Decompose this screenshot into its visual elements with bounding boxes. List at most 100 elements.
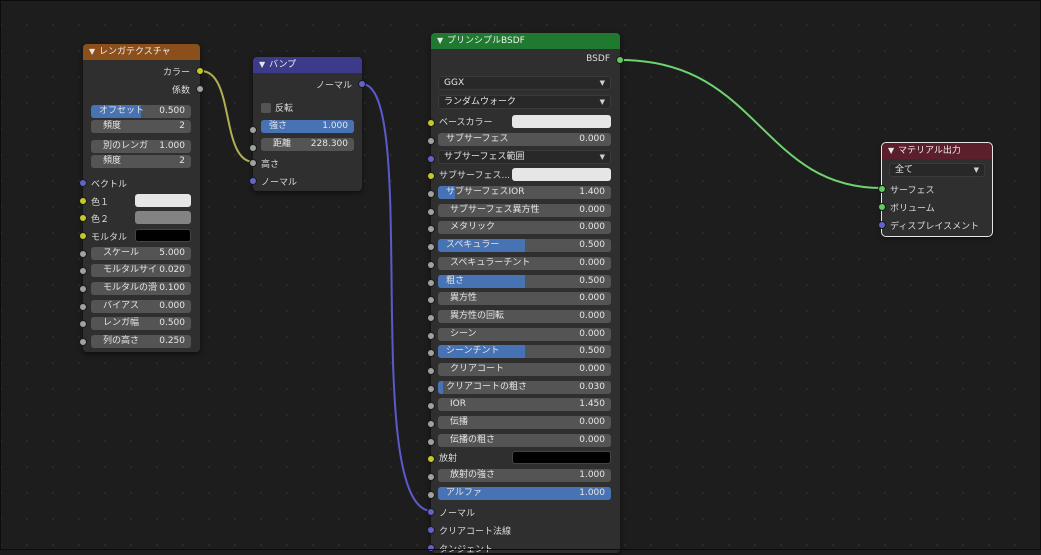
subsurface-radius-socket[interactable] (427, 155, 435, 163)
emission-strength-field[interactable]: 放射の強さ 1.000 (438, 469, 611, 482)
bump-header[interactable]: ▼ バンプ (253, 57, 362, 73)
bsdf-field-socket[interactable] (427, 332, 435, 340)
bsdf-field[interactable]: クリアコート 0.000 (438, 363, 611, 376)
color1-swatch[interactable] (135, 194, 191, 207)
material-output-node[interactable]: ▼ マテリアル出力 全て ▼ サーフェス ボリューム ディスプレイスメント (878, 142, 993, 237)
bsdf-field-socket[interactable] (427, 190, 435, 198)
emission-socket[interactable] (427, 455, 435, 463)
mortar-smooth-field[interactable]: モルタルの滑 0.100 (91, 282, 191, 295)
bsdf-field[interactable]: 異方性 0.000 (438, 292, 611, 305)
subsurface-color-swatch[interactable] (512, 168, 611, 181)
surface-socket[interactable] (878, 185, 886, 193)
vector-socket[interactable] (79, 179, 87, 187)
strength-socket[interactable] (249, 126, 257, 134)
bsdf-field[interactable]: サブサーフェス異方性 0.000 (438, 204, 611, 217)
bump-output-normal-socket[interactable] (358, 80, 366, 88)
output-header[interactable]: ▼ マテリアル出力 (882, 143, 992, 159)
output-color-socket[interactable] (196, 67, 204, 75)
bsdf-field-socket[interactable] (427, 279, 435, 287)
alpha-socket[interactable] (427, 491, 435, 499)
bsdf-field[interactable]: クリアコートの粗さ 0.030 (438, 381, 611, 394)
distribution-dropdown[interactable]: GGX ▼ (438, 76, 611, 90)
output-fac-socket[interactable] (196, 85, 204, 93)
bsdf-field[interactable]: 伝播の粗さ 0.000 (438, 434, 611, 447)
bias-field[interactable]: バイアス 0.000 (91, 300, 191, 313)
bsdf-field-socket[interactable] (427, 225, 435, 233)
chevron-down-icon[interactable]: ▼ (89, 44, 99, 60)
color2-swatch[interactable] (135, 211, 191, 224)
bsdf-field[interactable]: 粗さ 0.500 (438, 275, 611, 288)
bsdf-field-socket[interactable] (427, 367, 435, 375)
bsdf-field-socket[interactable] (427, 296, 435, 304)
distance-field[interactable]: 距離 228.300 (261, 138, 354, 151)
mortar-size-field[interactable]: モルタルサイ 0.020 (91, 264, 191, 277)
bsdf-field-socket[interactable] (427, 420, 435, 428)
clearcoat-normal-socket[interactable] (427, 526, 435, 534)
mortar-swatch[interactable] (135, 229, 191, 242)
alpha-field[interactable]: アルファ 1.000 (438, 487, 611, 500)
invert-checkbox[interactable] (261, 103, 271, 113)
bsdf-field[interactable]: 異方性の回転 0.000 (438, 310, 611, 323)
mortar-socket[interactable] (79, 232, 87, 240)
mortar-size-socket[interactable] (79, 267, 87, 275)
emission-strength-socket[interactable] (427, 473, 435, 481)
principled-bsdf-node[interactable]: ▼ プリンシプルBSDF BSDF GGX ▼ ランダムウォーク ▼ ベースカラー… (427, 33, 624, 555)
bsdf-field-socket[interactable] (427, 243, 435, 251)
distance-socket[interactable] (249, 144, 257, 152)
subsurface-color-socket[interactable] (427, 172, 435, 180)
bsdf-header[interactable]: ▼ プリンシプルBSDF (431, 33, 620, 49)
chevron-down-icon[interactable]: ▼ (888, 143, 898, 159)
subsurface-radius-dropdown[interactable]: サブサーフェス範囲 ▼ (438, 150, 611, 164)
brick-texture-header[interactable]: ▼ レンガテクスチャ (83, 44, 200, 60)
bsdf-field[interactable]: シーン 0.000 (438, 328, 611, 341)
bsdf-field-socket[interactable] (427, 349, 435, 357)
output-target-dropdown[interactable]: 全て ▼ (889, 163, 985, 177)
strength-field[interactable]: 強さ 1.000 (261, 120, 354, 133)
bump-normal-socket[interactable] (249, 177, 257, 185)
base-color-swatch[interactable] (512, 115, 611, 128)
squash-field[interactable]: 別のレンガ 1.000 (91, 140, 191, 153)
bsdf-field[interactable]: メタリック 0.000 (438, 221, 611, 234)
bsdf-field[interactable]: スペキュラーチント 0.000 (438, 257, 611, 270)
volume-socket[interactable] (878, 203, 886, 211)
height-socket[interactable] (249, 159, 257, 167)
scale-socket[interactable] (79, 250, 87, 258)
tangent-socket[interactable] (427, 544, 435, 552)
bsdf-field[interactable]: 伝播 0.000 (438, 416, 611, 429)
brick-width-socket[interactable] (79, 320, 87, 328)
mortar-smooth-socket[interactable] (79, 285, 87, 293)
bsdf-field-socket[interactable] (427, 261, 435, 269)
displacement-socket[interactable] (878, 221, 886, 229)
bsdf-field[interactable]: サブサーフェスIOR 1.400 (438, 186, 611, 199)
squash-frequency-field[interactable]: 頻度 2 (91, 155, 191, 168)
bias-label: バイアス (103, 301, 140, 311)
bias-socket[interactable] (79, 303, 87, 311)
subsurface-method-dropdown[interactable]: ランダムウォーク ▼ (438, 95, 611, 109)
bsdf-field-socket[interactable] (427, 385, 435, 393)
bsdf-output-socket[interactable] (616, 56, 624, 64)
bsdf-field[interactable]: スペキュラー 0.500 (438, 239, 611, 252)
subsurface-socket[interactable] (427, 137, 435, 145)
bsdf-field[interactable]: IOR 1.450 (438, 398, 611, 411)
row-height-socket[interactable] (79, 338, 87, 346)
bsdf-field[interactable]: シーンチント 0.500 (438, 345, 611, 358)
brick-texture-node[interactable]: ▼ レンガテクスチャ カラー 係数 オフセット 0.500 頻度 2 別のレンガ … (79, 44, 204, 352)
subsurface-field[interactable]: サブサーフェス 0.000 (438, 133, 611, 146)
bsdf-normal-socket[interactable] (427, 508, 435, 516)
color2-socket[interactable] (79, 214, 87, 222)
offset-field[interactable]: オフセット 0.500 (91, 105, 191, 118)
chevron-down-icon[interactable]: ▼ (259, 57, 269, 73)
bsdf-field-socket[interactable] (427, 438, 435, 446)
row-height-field[interactable]: 列の高さ 0.250 (91, 335, 191, 348)
emission-swatch[interactable] (512, 451, 611, 464)
chevron-down-icon[interactable]: ▼ (437, 33, 447, 49)
color1-socket[interactable] (79, 197, 87, 205)
scale-field[interactable]: スケール 5.000 (91, 247, 191, 260)
frequency-field[interactable]: 頻度 2 (91, 120, 191, 133)
bsdf-field-socket[interactable] (427, 208, 435, 216)
bsdf-field-socket[interactable] (427, 314, 435, 322)
base-color-socket[interactable] (427, 119, 435, 127)
bsdf-field-socket[interactable] (427, 402, 435, 410)
brick-width-field[interactable]: レンガ幅 0.500 (91, 317, 191, 330)
bump-node[interactable]: ▼ バンプ ノーマル 反転 強さ 1.000 距離 228.300 高さ ノーマル (249, 57, 366, 191)
